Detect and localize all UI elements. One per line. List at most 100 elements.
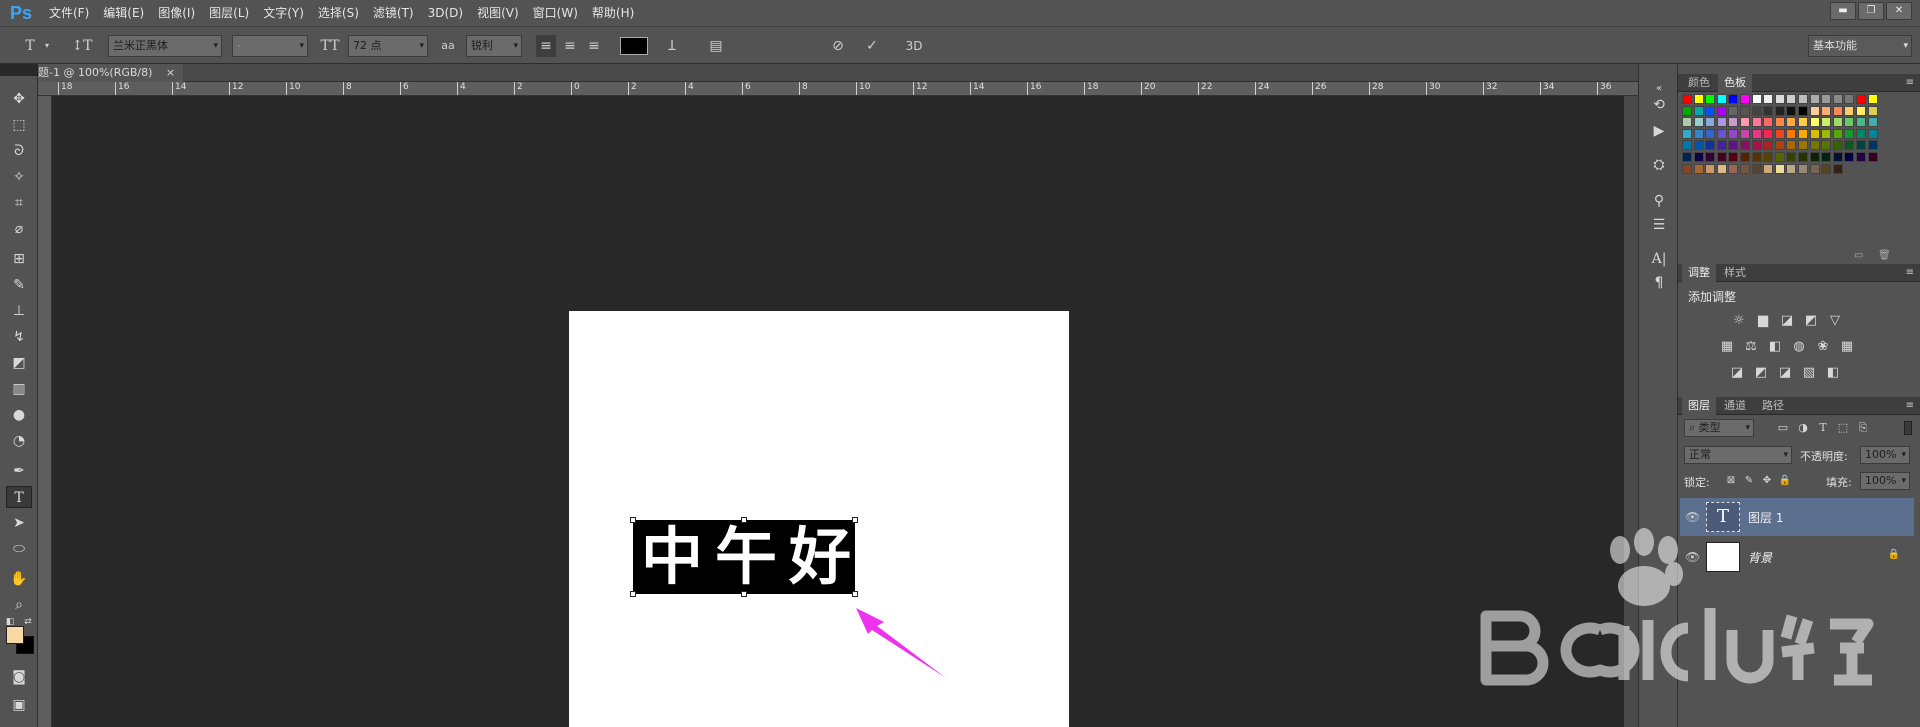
swatch[interactable] — [1682, 140, 1692, 151]
transform-handle[interactable] — [852, 591, 858, 597]
swatch[interactable] — [1682, 117, 1692, 128]
swatch[interactable] — [1774, 94, 1785, 104]
swatch[interactable] — [1798, 163, 1808, 174]
swatch[interactable] — [1716, 128, 1727, 139]
close-button[interactable]: ✕ — [1886, 2, 1912, 20]
swatch[interactable] — [1774, 105, 1785, 116]
quick-mask-icon[interactable]: ◙ — [6, 666, 32, 688]
swatch[interactable] — [1728, 128, 1739, 139]
menu-layer[interactable]: 图层(L) — [202, 0, 256, 26]
swatch[interactable] — [1821, 128, 1832, 139]
swatch[interactable] — [1751, 152, 1762, 162]
black-white-icon[interactable]: ◧ — [1766, 338, 1784, 356]
swatch[interactable] — [1705, 128, 1716, 139]
swatch[interactable] — [1763, 152, 1774, 162]
swatch[interactable] — [1856, 152, 1866, 162]
align-right-icon[interactable]: ≡ — [584, 35, 604, 57]
blend-mode-select[interactable]: 正常 ▾ — [1684, 446, 1792, 464]
document-canvas[interactable] — [569, 311, 1069, 727]
swatch[interactable] — [1832, 94, 1843, 104]
panel-menu-icon[interactable]: ≡ — [1906, 397, 1914, 415]
swatch[interactable] — [1705, 163, 1716, 174]
blur-tool-icon[interactable]: ● — [6, 404, 32, 426]
actions-play-icon[interactable]: ▶ — [1647, 120, 1671, 142]
swatch[interactable] — [1798, 105, 1808, 116]
swatch[interactable] — [1682, 152, 1692, 162]
brightness-icon[interactable]: ☼ — [1730, 312, 1748, 330]
swatch[interactable] — [1832, 163, 1843, 174]
crop-tool-icon[interactable]: ⌗ — [6, 192, 32, 214]
swatch[interactable] — [1821, 152, 1832, 162]
swatch[interactable] — [1740, 105, 1750, 116]
tab-swatches[interactable]: 色板 — [1718, 74, 1752, 92]
swatch[interactable] — [1786, 152, 1797, 162]
swatch[interactable] — [1844, 140, 1855, 151]
swatch[interactable] — [1740, 140, 1750, 151]
foreground-color-swatch[interactable] — [6, 626, 24, 644]
levels-icon[interactable]: ▆ — [1754, 312, 1772, 330]
swatch[interactable] — [1856, 140, 1866, 151]
swatch[interactable] — [1844, 128, 1855, 139]
swatch[interactable] — [1763, 163, 1774, 174]
swatch[interactable] — [1774, 152, 1785, 162]
filter-type-icon[interactable]: T — [1814, 419, 1832, 437]
swatch[interactable] — [1705, 140, 1716, 151]
swatch[interactable] — [1693, 128, 1704, 139]
swatch[interactable] — [1798, 140, 1808, 151]
swatch[interactable] — [1821, 163, 1832, 174]
swatch[interactable] — [1693, 94, 1704, 104]
swatch[interactable] — [1844, 94, 1855, 104]
swatch[interactable] — [1844, 105, 1855, 116]
swatch[interactable] — [1867, 128, 1878, 139]
swatch[interactable] — [1693, 140, 1704, 151]
swatch[interactable] — [1844, 117, 1855, 128]
filter-smart-icon[interactable]: ⎘ — [1854, 419, 1872, 437]
path-select-icon[interactable]: ➤ — [6, 512, 32, 534]
exposure-icon[interactable]: ◩ — [1802, 312, 1820, 330]
color-balance-icon[interactable]: ⚖ — [1742, 338, 1760, 356]
swatch[interactable] — [1740, 152, 1750, 162]
swatch[interactable] — [1728, 152, 1739, 162]
swatch[interactable] — [1751, 94, 1762, 104]
swatch[interactable] — [1705, 105, 1716, 116]
font-style-select[interactable]: - ▾ — [232, 35, 308, 57]
tab-adjustments[interactable]: 调整 — [1682, 264, 1716, 282]
swatch[interactable] — [1693, 117, 1704, 128]
zoom-tool-icon[interactable]: ⌕ — [6, 594, 32, 616]
swatch[interactable] — [1809, 152, 1820, 162]
character-icon[interactable]: A| — [1647, 248, 1671, 270]
tab-paths[interactable]: 路径 — [1756, 397, 1790, 415]
gradient-tool-icon[interactable]: ▥ — [6, 378, 32, 400]
swatch[interactable] — [1763, 140, 1774, 151]
swatch[interactable] — [1867, 140, 1878, 151]
swatch[interactable] — [1728, 117, 1739, 128]
invert-icon[interactable]: ◪ — [1728, 364, 1746, 382]
properties-icon[interactable]: ⛭ — [1647, 154, 1671, 176]
menu-image[interactable]: 图像(I) — [151, 0, 202, 26]
swatch[interactable] — [1774, 117, 1785, 128]
menu-type[interactable]: 文字(Y) — [256, 0, 311, 26]
new-swatch-icon[interactable]: ▭ — [1854, 250, 1863, 261]
align-left-icon[interactable]: ≡ — [536, 35, 556, 57]
swatch[interactable] — [1867, 94, 1878, 104]
marquee-tool-icon[interactable]: ⬚ — [6, 114, 32, 136]
screen-mode-icon[interactable]: ▣ — [6, 694, 32, 716]
menu-select[interactable]: 选择(S) — [311, 0, 366, 26]
text-color-swatch[interactable] — [620, 37, 648, 55]
swatch[interactable] — [1809, 140, 1820, 151]
brush-presets-icon[interactable]: ☰ — [1647, 214, 1671, 236]
swatch[interactable] — [1763, 117, 1774, 128]
swatch[interactable] — [1682, 128, 1692, 139]
workspace-select[interactable]: 基本功能 ▾ — [1808, 35, 1912, 57]
transform-handle[interactable] — [852, 517, 858, 523]
swatch[interactable] — [1728, 94, 1739, 104]
filter-toggle[interactable] — [1904, 421, 1912, 435]
3d-button[interactable]: 3D — [900, 35, 928, 57]
swatch[interactable] — [1856, 117, 1866, 128]
swatch[interactable] — [1809, 105, 1820, 116]
swatch[interactable] — [1844, 152, 1855, 162]
transform-handle[interactable] — [741, 591, 747, 597]
menu-help[interactable]: 帮助(H) — [585, 0, 641, 26]
menu-file[interactable]: 文件(F) — [42, 0, 96, 26]
transform-handle[interactable] — [630, 517, 636, 523]
